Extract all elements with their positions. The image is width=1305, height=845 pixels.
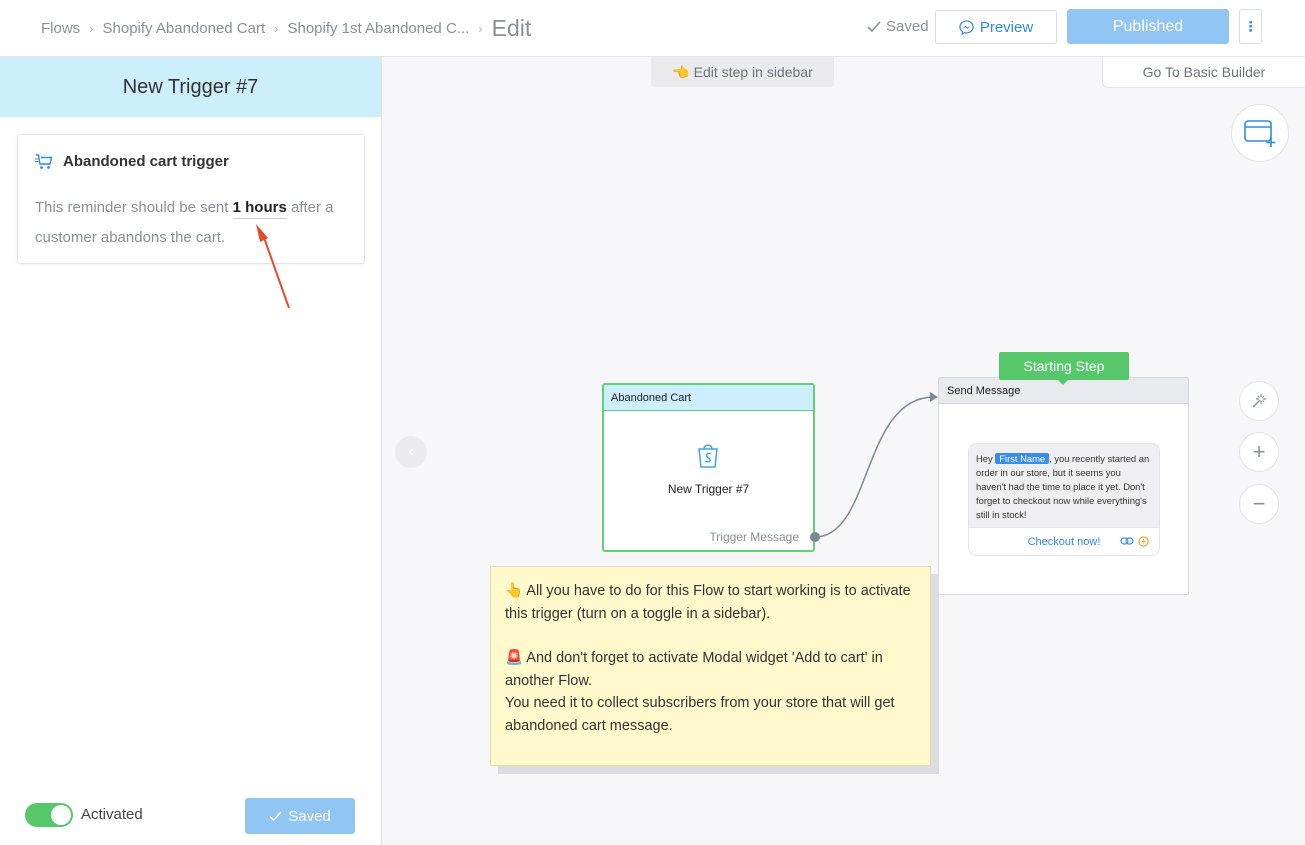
check-icon — [867, 20, 881, 32]
breadcrumb-shopify-abandoned-cart[interactable]: Shopify Abandoned Cart — [103, 20, 266, 37]
messenger-icon — [959, 19, 974, 35]
button-icons — [1120, 536, 1149, 547]
checkout-button-label: Checkout now! — [1027, 535, 1101, 548]
note-line-2: 🚨 And don't forget to activate Modal wid… — [505, 650, 883, 689]
breadcrumb-flows[interactable]: Flows — [41, 20, 80, 37]
sidebar-title: New Trigger #7 — [0, 57, 381, 117]
chevron-right-icon: › — [478, 21, 483, 36]
breadcrumb: Flows › Shopify Abandoned Cart › Shopify… — [41, 0, 531, 57]
saved-button-label: Saved — [288, 807, 331, 825]
trigger-node-header: Abandoned Cart — [604, 385, 813, 411]
trigger-text-before: This reminder should be sent — [35, 199, 233, 216]
checkout-button[interactable]: Checkout now! — [969, 527, 1159, 555]
message-text: Hey First Name, you recently started an … — [969, 444, 1159, 528]
toggle-knob — [51, 805, 71, 825]
trigger-node[interactable]: Abandoned Cart New Trigger #7 Trigger Me… — [602, 383, 815, 552]
starting-step-badge: Starting Step — [999, 352, 1129, 385]
preview-label: Preview — [979, 18, 1034, 36]
saved-status: Saved — [867, 18, 929, 35]
message-bubble: Hey First Name, you recently started an … — [968, 443, 1160, 556]
note-line-1: 👆 All you have to do for this Flow to st… — [505, 583, 911, 622]
annotation-arrow-icon — [256, 224, 290, 309]
breadcrumb-flow-name[interactable]: Shopify 1st Abandoned C... — [287, 20, 469, 37]
message-text-before: Hey — [976, 453, 996, 464]
flow-canvas[interactable]: 👈 Edit step in sidebar Go To Basic Build… — [382, 57, 1305, 845]
link-icon — [1120, 537, 1134, 545]
chevron-right-icon: › — [274, 21, 279, 36]
trigger-card-title: Abandoned cart trigger — [35, 153, 229, 170]
sidebar: New Trigger #7 Abandoned cart trigger Th… — [0, 57, 382, 845]
lightning-icon — [1138, 536, 1149, 547]
trigger-card-title-text: Abandoned cart trigger — [63, 153, 229, 170]
sticky-note[interactable]: 👆 All you have to do for this Flow to st… — [490, 566, 931, 766]
message-node[interactable]: Send Message Hey First Name, you recentl… — [938, 377, 1189, 595]
check-icon — [269, 810, 282, 821]
activated-toggle[interactable] — [25, 803, 73, 827]
first-name-tag: First Name — [995, 453, 1050, 464]
kebab-icon[interactable]: ⋮ — [1239, 9, 1262, 44]
shopify-icon — [698, 444, 718, 468]
saved-button[interactable]: Saved — [245, 798, 355, 834]
note-line-3: You need it to collect subscribers from … — [505, 695, 895, 734]
preview-button[interactable]: Preview — [935, 10, 1057, 44]
chevron-right-icon: › — [89, 21, 94, 36]
breadcrumb-current: Edit — [491, 15, 532, 41]
saved-status-label: Saved — [886, 18, 929, 35]
trigger-output-label: Trigger Message — [709, 530, 799, 544]
trigger-node-name: New Trigger #7 — [667, 482, 750, 496]
published-button[interactable]: Published — [1067, 9, 1229, 44]
output-port[interactable] — [810, 532, 820, 542]
hours-input[interactable]: 1 hours — [232, 199, 287, 219]
trigger-settings-card: Abandoned cart trigger This reminder sho… — [17, 134, 365, 264]
top-bar: Flows › Shopify Abandoned Cart › Shopify… — [0, 0, 1305, 57]
activated-label: Activated — [81, 806, 143, 823]
cart-icon — [35, 153, 53, 169]
sidebar-footer: Activated Saved — [0, 785, 381, 845]
